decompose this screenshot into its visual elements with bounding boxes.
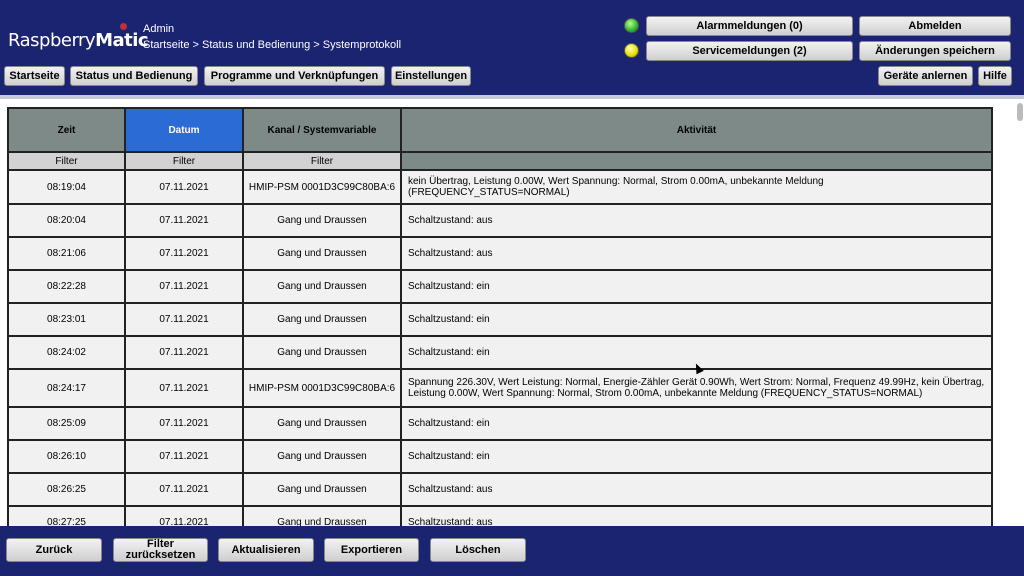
header-aktivitaet[interactable]: Aktivität [400, 107, 993, 153]
cell-activity: Schaltzustand: aus [400, 472, 993, 507]
cell-channel: Gang und Draussen [242, 406, 402, 441]
service-status-icon [624, 43, 639, 58]
back-button[interactable]: Zurück [6, 538, 102, 562]
cell-time: 08:27:25 [7, 505, 126, 526]
export-button[interactable]: Exportieren [324, 538, 419, 562]
logo-text-bold: Matic [95, 30, 149, 51]
nav-status-und-bedienung[interactable]: Status und Bedienung [70, 66, 198, 86]
cell-activity: Spannung 226.30V, Wert Leistung: Normal,… [400, 368, 993, 408]
table-row[interactable]: 08:21:06 07.11.2021 Gang und Draussen Schal… [7, 236, 993, 271]
cell-channel: Gang und Draussen [242, 439, 402, 474]
refresh-button[interactable]: Aktualisieren [218, 538, 314, 562]
cell-time: 08:22:28 [7, 269, 126, 304]
cell-time: 08:19:04 [7, 169, 126, 205]
cell-activity: kein Übertrag, Leistung 0.00W, Wert Span… [400, 169, 993, 205]
nav-einstellungen[interactable]: Einstellungen [391, 66, 471, 86]
cell-time: 08:23:01 [7, 302, 126, 337]
cell-date: 07.11.2021 [124, 236, 244, 271]
raspberrymatic-logo: RaspberryMatic [8, 23, 149, 51]
cell-time: 08:20:04 [7, 203, 126, 238]
alarm-status-icon [624, 18, 639, 33]
cell-time: 08:24:02 [7, 335, 126, 370]
cell-activity: Schaltzustand: aus [400, 203, 993, 238]
cell-date: 07.11.2021 [124, 169, 244, 205]
raspberry-icon [120, 23, 127, 30]
cell-date: 07.11.2021 [124, 269, 244, 304]
header-datum[interactable]: Datum [124, 107, 244, 153]
table-row[interactable]: 08:24:02 07.11.2021 Gang und Draussen Schal… [7, 335, 993, 370]
cell-time: 08:25:09 [7, 406, 126, 441]
cell-activity: Schaltzustand: ein [400, 439, 993, 474]
cell-channel: Gang und Draussen [242, 236, 402, 271]
header-kanal[interactable]: Kanal / Systemvariable [242, 107, 402, 153]
table-row[interactable]: 08:26:25 07.11.2021 Gang und Draussen Schal… [7, 472, 993, 507]
nav-programme[interactable]: Programme und Verknüpfungen [204, 66, 385, 86]
cell-activity: Schaltzustand: ein [400, 406, 993, 441]
cell-channel: HMIP-PSM 0001D3C99C80BA:6 [242, 169, 402, 205]
system-log-panel: Zeit Datum Kanal / Systemvariable Aktivi… [0, 95, 1024, 526]
filter-zeit[interactable]: Filter [7, 151, 126, 171]
service-messages-button[interactable]: Servicemeldungen (2) [646, 41, 853, 61]
table-row[interactable]: 08:25:09 07.11.2021 Gang und Draussen Schal… [7, 406, 993, 441]
cell-time: 08:26:10 [7, 439, 126, 474]
scrollbar-thumb[interactable] [1017, 103, 1023, 121]
footer-bar: Zurück Filter zurücksetzen Aktualisieren… [0, 526, 1024, 576]
breadcrumb: Startseite > Status und Bedienung > Syst… [143, 39, 402, 51]
vertical-scrollbar[interactable] [1015, 99, 1024, 526]
cell-channel: Gang und Draussen [242, 335, 402, 370]
nav-startseite[interactable]: Startseite [4, 66, 65, 86]
cell-channel: Gang und Draussen [242, 302, 402, 337]
header-zeit[interactable]: Zeit [7, 107, 126, 153]
cell-date: 07.11.2021 [124, 368, 244, 408]
table-row[interactable]: 08:19:04 07.11.2021 HMIP-PSM 0001D3C99C80B… [7, 169, 993, 205]
help-button[interactable]: Hilfe [978, 66, 1012, 86]
table-row[interactable]: 08:24:17 07.11.2021 HMIP-PSM 0001D3C99C80B… [7, 368, 993, 408]
table-row[interactable]: 08:27:25 07.11.2021 Gang und Draussen Schal… [7, 505, 993, 526]
cell-channel: Gang und Draussen [242, 269, 402, 304]
cell-activity: Schaltzustand: aus [400, 505, 993, 526]
cell-date: 07.11.2021 [124, 406, 244, 441]
user-name: Admin [143, 23, 175, 35]
cell-date: 07.11.2021 [124, 439, 244, 474]
cell-date: 07.11.2021 [124, 335, 244, 370]
cell-date: 07.11.2021 [124, 203, 244, 238]
reset-filter-button[interactable]: Filter zurücksetzen [113, 538, 208, 562]
filter-datum[interactable]: Filter [124, 151, 244, 171]
cell-activity: Schaltzustand: aus [400, 236, 993, 271]
header-bar: RaspberryMatic Admin Startseite > Status… [0, 0, 1024, 95]
cell-date: 07.11.2021 [124, 505, 244, 526]
logout-button[interactable]: Abmelden [859, 16, 1011, 36]
save-changes-button[interactable]: Änderungen speichern [859, 41, 1011, 61]
cell-time: 08:26:25 [7, 472, 126, 507]
delete-button[interactable]: Löschen [430, 538, 526, 562]
system-log-table: Zeit Datum Kanal / Systemvariable Aktivi… [7, 107, 993, 526]
table-row[interactable]: 08:26:10 07.11.2021 Gang und Draussen Schal… [7, 439, 993, 474]
cell-activity: Schaltzustand: ein [400, 269, 993, 304]
cell-time: 08:21:06 [7, 236, 126, 271]
filter-aktivitaet-empty [400, 151, 993, 171]
table-row[interactable]: 08:22:28 07.11.2021 Gang und Draussen Schal… [7, 269, 993, 304]
cell-date: 07.11.2021 [124, 472, 244, 507]
cell-channel: Gang und Draussen [242, 472, 402, 507]
cell-channel: Gang und Draussen [242, 203, 402, 238]
cell-activity: Schaltzustand: ein [400, 302, 993, 337]
logo-text-plain: Raspberry [8, 30, 96, 51]
log-rows: 08:19:04 07.11.2021 HMIP-PSM 0001D3C99C80B… [7, 169, 993, 526]
alarm-messages-button[interactable]: Alarmmeldungen (0) [646, 16, 853, 36]
cell-channel: Gang und Draussen [242, 505, 402, 526]
table-row[interactable]: 08:23:01 07.11.2021 Gang und Draussen Schal… [7, 302, 993, 337]
learn-devices-button[interactable]: Geräte anlernen [878, 66, 973, 86]
cell-channel: HMIP-PSM 0001D3C99C80BA:6 [242, 368, 402, 408]
cell-date: 07.11.2021 [124, 302, 244, 337]
cell-time: 08:24:17 [7, 368, 126, 408]
table-row[interactable]: 08:20:04 07.11.2021 Gang und Draussen Schal… [7, 203, 993, 238]
filter-kanal[interactable]: Filter [242, 151, 402, 171]
